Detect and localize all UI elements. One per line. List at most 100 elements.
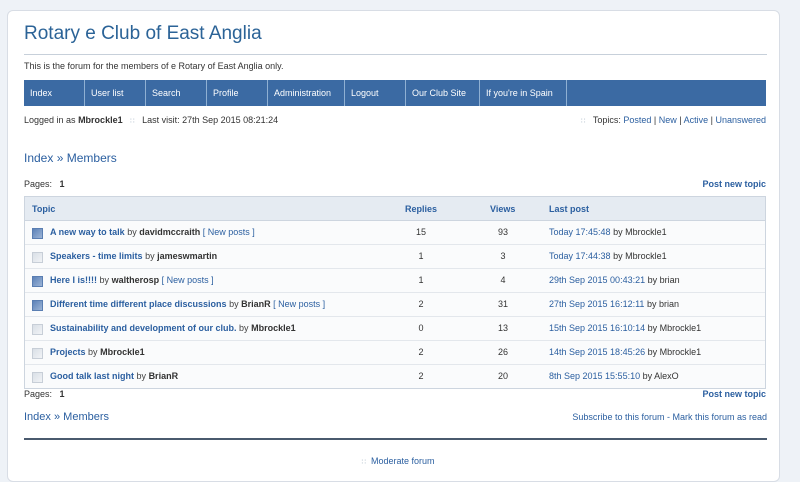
topic-author: by BrianR <box>137 371 179 381</box>
username: Mbrockle1 <box>78 115 123 125</box>
page-container: Rotary e Club of East Anglia This is the… <box>7 10 780 482</box>
topic-title-link[interactable]: Speakers - time limits <box>50 251 143 261</box>
user-status-bar: Logged in as Mbrockle1 ∷ Last visit: 27t… <box>24 115 766 129</box>
last-post-cell: Today 17:44:38 by Mbrockle1 <box>549 251 667 261</box>
topic-title-link[interactable]: Different time different place discussio… <box>50 299 227 309</box>
topic-cell: Sustainability and development of our cl… <box>50 323 296 333</box>
topic-by-label: by <box>145 251 155 261</box>
topic-status-icon <box>32 324 43 335</box>
last-post-author: by Mbrockle1 <box>647 347 702 357</box>
last-post-link[interactable]: 27th Sep 2015 16:12:11 <box>549 299 644 309</box>
views-count: 4 <box>500 275 506 285</box>
pages-info: Pages: 1 <box>24 389 65 399</box>
nav-if-in-spain[interactable]: If you're in Spain <box>480 80 567 106</box>
last-post-author: by brian <box>646 299 679 309</box>
topic-cell: A new way to talk by davidmccraith [ New… <box>50 227 255 237</box>
main-nav: Index User list Search Profile Administr… <box>24 80 766 106</box>
subscribe-link[interactable]: Subscribe to this forum <box>572 412 664 422</box>
nav-logout[interactable]: Logout <box>345 80 406 106</box>
topic-title-link[interactable]: A new way to talk <box>50 227 125 237</box>
topic-cell: Different time different place discussio… <box>50 299 325 309</box>
replies-count: 1 <box>418 251 424 261</box>
board-title[interactable]: Rotary e Club of East Anglia <box>24 23 262 45</box>
views-count: 20 <box>497 371 508 381</box>
table-row: Projects by Mbrockle1 2 26 14th Sep 2015 18… <box>25 341 765 365</box>
last-post-link[interactable]: 14th Sep 2015 18:45:26 <box>549 347 645 357</box>
topics-active-link[interactable]: Active <box>684 115 709 125</box>
last-post-cell: 29th Sep 2015 00:43:21 by brian <box>549 275 680 285</box>
views-count: 13 <box>497 323 508 333</box>
topic-author: by waltherosp <box>100 275 160 285</box>
topic-title-link[interactable]: Sustainability and development of our cl… <box>50 323 237 333</box>
topics-new-link[interactable]: New <box>659 115 677 125</box>
post-new-topic-button[interactable]: Post new topic <box>702 179 766 189</box>
topic-by-label: by <box>136 371 147 381</box>
last-post-author: by Mbrockle1 <box>613 227 667 237</box>
nav-user-list[interactable]: User list <box>85 80 146 106</box>
last-post-author: by Mbrockle1 <box>613 251 667 261</box>
last-post-author: by AlexO <box>642 371 679 381</box>
forum-actions: Subscribe to this forum - Mark this foru… <box>572 412 767 422</box>
topic-by-label: by <box>239 323 249 333</box>
topic-status-icon <box>32 252 43 263</box>
new-posts-link[interactable]: [ New posts ] <box>162 275 214 285</box>
topic-author: by jameswmartin <box>145 251 217 261</box>
topic-cell: Projects by Mbrockle1 <box>50 347 145 357</box>
nav-search[interactable]: Search <box>146 80 207 106</box>
last-post-cell: Today 17:45:48 by Mbrockle1 <box>549 227 667 237</box>
last-post-link[interactable]: 8th Sep 2015 15:55:10 <box>549 371 640 381</box>
topics-posted-link[interactable]: Posted <box>623 115 651 125</box>
post-new-topic-button[interactable]: Post new topic <box>702 389 766 399</box>
login-info: Logged in as Mbrockle1 ∷ Last visit: 27t… <box>24 115 278 125</box>
topic-title-link[interactable]: Good talk last night <box>50 371 134 381</box>
topic-author-name: waltherosp <box>111 275 160 285</box>
last-post-link[interactable]: Today 17:45:48 <box>549 227 611 237</box>
replies-count: 2 <box>418 371 424 381</box>
topic-status-icon <box>32 228 43 239</box>
last-post-link[interactable]: Today 17:44:38 <box>549 251 611 261</box>
replies-count: 2 <box>418 347 424 357</box>
topic-by-label: by <box>88 347 98 357</box>
current-page: 1 <box>59 179 65 189</box>
last-post-cell: 14th Sep 2015 18:45:26 by Mbrockle1 <box>549 347 701 357</box>
topic-by-label: by <box>99 275 110 285</box>
topic-title-link[interactable]: Projects <box>50 347 86 357</box>
views-count: 31 <box>497 299 508 309</box>
new-posts-link[interactable]: [ New posts ] <box>273 299 325 309</box>
topic-title-link[interactable]: Here I is!!!! <box>50 275 97 285</box>
last-post-author: by Mbrockle1 <box>647 323 702 333</box>
nav-administration[interactable]: Administration <box>268 80 345 106</box>
current-page: 1 <box>59 389 65 399</box>
topics-unanswered-link[interactable]: Unanswered <box>715 115 766 125</box>
breadcrumb-current[interactable]: Members <box>63 411 109 423</box>
topic-author: by Mbrockle1 <box>88 347 145 357</box>
topic-author-name: Mbrockle1 <box>251 323 296 333</box>
topic-author-name: davidmccraith <box>139 227 201 237</box>
last-post-link[interactable]: 29th Sep 2015 00:43:21 <box>549 275 645 285</box>
table-row: Here I is!!!! by waltherosp [ New posts … <box>25 269 765 293</box>
table-row: Different time different place discussio… <box>25 293 765 317</box>
topic-author: by davidmccraith <box>127 227 200 237</box>
table-row: A new way to talk by davidmccraith [ New… <box>25 221 765 245</box>
logged-in-label: Logged in as <box>24 115 76 125</box>
breadcrumb-separator: » <box>53 411 61 423</box>
header-last-post: Last post <box>549 204 590 214</box>
pages-label: Pages: <box>24 179 53 189</box>
pages-info: Pages: 1 <box>24 179 65 189</box>
topics-label: Topics: <box>592 115 621 125</box>
mark-read-link[interactable]: Mark this forum as read <box>672 412 767 422</box>
breadcrumb-current[interactable]: Members <box>67 151 117 165</box>
topic-status-icon <box>32 348 43 359</box>
last-post-link[interactable]: 15th Sep 2015 16:10:14 <box>549 323 645 333</box>
nav-our-club-site[interactable]: Our Club Site <box>406 80 480 106</box>
breadcrumb: Index » Members <box>24 151 117 165</box>
new-posts-link[interactable]: [ New posts ] <box>203 227 255 237</box>
breadcrumb-index[interactable]: Index <box>24 411 51 423</box>
table-header: Topic Replies Views Last post <box>25 197 765 221</box>
breadcrumb-bottom: Index » Members <box>24 411 109 423</box>
replies-count: 0 <box>418 323 424 333</box>
views-count: 3 <box>500 251 506 261</box>
nav-profile[interactable]: Profile <box>207 80 268 106</box>
nav-index[interactable]: Index <box>24 80 85 106</box>
breadcrumb-index[interactable]: Index <box>24 151 53 165</box>
